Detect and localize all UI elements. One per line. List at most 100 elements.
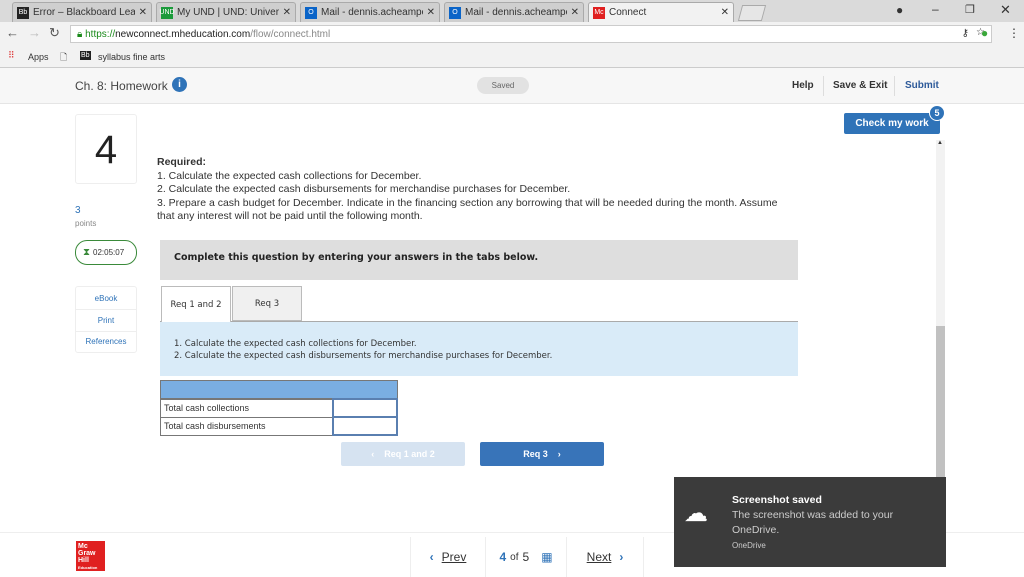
tab-content-line: 1. Calculate the expected cash collectio… <box>174 339 417 349</box>
tab-req-3[interactable]: Req 3 <box>232 286 302 321</box>
close-window-icon[interactable]: ✕ <box>1000 2 1011 18</box>
bookmark-apps[interactable]: Apps <box>28 52 49 62</box>
new-tab-button[interactable] <box>737 5 767 21</box>
prev-label: Prev <box>441 550 467 564</box>
toast-source: OneDrive <box>732 541 766 550</box>
requirement-line: that any interest will not be paid until… <box>157 210 423 222</box>
requirement-line: 2. Calculate the expected cash disbursem… <box>157 183 571 195</box>
tab-label: Connect <box>609 7 647 18</box>
next-req-button[interactable]: Req 3 › <box>480 442 604 466</box>
question-text: Required: 1. Calculate the expected cash… <box>157 156 777 224</box>
page-icon: 🗋 <box>60 52 68 62</box>
browser-tab-active[interactable]: Mc Connect ✕ <box>588 2 734 22</box>
tab-label: Error – Blackboard Learn <box>33 7 135 18</box>
references-link[interactable]: References <box>76 332 136 352</box>
requirement-line: 1. Calculate the expected cash collectio… <box>157 169 422 182</box>
prev-req-button[interactable]: ‹ Req 1 and 2 <box>341 442 465 466</box>
chevron-left-icon: ‹ <box>371 449 375 459</box>
close-icon[interactable]: ✕ <box>571 7 579 18</box>
grid-icon[interactable]: ▦ <box>541 550 552 564</box>
print-link[interactable]: Print <box>76 310 136 332</box>
toast-body: The screenshot was added to your <box>732 509 894 521</box>
browser-tab[interactable]: UND My UND | UND: Universit ✕ <box>156 2 296 22</box>
chevron-right-icon: › <box>557 449 561 459</box>
submit-link[interactable]: Submit <box>905 80 939 91</box>
question-picker[interactable]: 4 of 5 ▦ <box>486 537 566 577</box>
url-path: /flow/connect.html <box>250 29 331 40</box>
cash-collections-input[interactable] <box>331 398 398 418</box>
assignment-header: Ch. 8: Homework i Saved Help Save & Exit… <box>0 68 1024 104</box>
blackboard-icon: Bb <box>17 6 29 19</box>
instruction-banner: Complete this question by entering your … <box>160 240 798 280</box>
requirement-line: 3. Prepare a cash budget for December. I… <box>157 196 778 209</box>
hourglass-icon: ⧗ <box>83 247 91 258</box>
check-count-badge: 5 <box>929 105 945 121</box>
minimize-icon[interactable]: – <box>932 2 939 16</box>
mcgraw-hill-logo: Mc Graw Hill Education <box>76 541 105 571</box>
scrollbar[interactable]: ▲ <box>936 140 945 480</box>
answer-table: Total cash collections Total cash disbur… <box>160 398 398 436</box>
url-input[interactable]: 🔒︎ https://newconnect.mheducation.com/fl… <box>70 25 992 43</box>
check-label: Check my work <box>855 118 929 129</box>
tab-label: Mail - dennis.acheampon <box>465 7 567 18</box>
next-req-label: Req 3 <box>523 449 548 459</box>
prev-req-label: Req 1 and 2 <box>384 449 435 459</box>
chevron-left-icon: ‹ <box>429 550 434 564</box>
menu-icon[interactable]: ⋮ <box>1008 26 1020 40</box>
info-icon[interactable]: i <box>172 77 187 92</box>
tab-content-line: 2. Calculate the expected cash disbursem… <box>174 351 553 361</box>
current-question: 4 <box>499 550 507 564</box>
question-number: 4 <box>75 114 137 184</box>
table-row: Total cash disbursements <box>160 416 398 436</box>
resource-links: eBook Print References <box>75 286 137 353</box>
points-value: 3 <box>75 205 81 216</box>
tab-label: My UND | UND: Universit <box>177 7 279 18</box>
extension-icon[interactable]: ● <box>981 26 988 40</box>
blackboard-icon: Bb <box>80 51 91 60</box>
screenshot-toast[interactable]: ☁ Screenshot saved The screenshot was ad… <box>674 477 946 567</box>
outlook-icon: O <box>305 6 317 19</box>
back-icon[interactable]: ← <box>6 25 19 40</box>
profile-icon[interactable]: ● <box>896 3 903 17</box>
browser-tab[interactable]: Bb Error – Blackboard Learn ✕ <box>12 2 152 22</box>
timer: ⧗ 02:05:07 <box>75 240 137 265</box>
row-label: Total cash collections <box>160 398 333 418</box>
total-questions: 5 <box>522 550 530 564</box>
question-navigation: ‹ Prev 4 of 5 ▦ Next › <box>410 537 644 577</box>
bookmark-syllabus[interactable]: syllabus fine arts <box>98 52 165 62</box>
reload-icon[interactable]: ↻ <box>49 25 60 41</box>
check-my-work-button[interactable]: Check my work <box>844 113 940 134</box>
next-question-button[interactable]: Next › <box>566 537 644 577</box>
url-scheme: https:// <box>85 29 116 40</box>
cash-disbursements-input[interactable] <box>331 416 398 436</box>
chevron-right-icon: › <box>619 550 624 564</box>
address-bar-row: ← → ↻ 🔒︎ https://newconnect.mheducation.… <box>0 22 1024 46</box>
url-host: newconnect.mheducation.com <box>115 29 251 40</box>
ebook-link[interactable]: eBook <box>76 287 136 310</box>
apps-grid-icon: ⠿ <box>8 50 15 60</box>
tab-label: Mail - dennis.acheampon <box>321 7 423 18</box>
close-icon[interactable]: ✕ <box>721 7 729 18</box>
timer-value: 02:05:07 <box>93 248 125 257</box>
toast-body: OneDrive. <box>732 524 780 536</box>
save-exit-link[interactable]: Save & Exit <box>833 80 887 91</box>
restore-icon[interactable]: ❐ <box>965 3 975 16</box>
tab-req-1-and-2[interactable]: Req 1 and 2 <box>161 286 231 322</box>
key-icon[interactable]: ⚷ <box>962 28 969 39</box>
browser-tab[interactable]: O Mail - dennis.acheampon ✕ <box>444 2 584 22</box>
prev-question-button[interactable]: ‹ Prev <box>410 537 486 577</box>
close-icon[interactable]: ✕ <box>139 7 147 18</box>
toast-title: Screenshot saved <box>732 494 822 506</box>
connect-icon: Mc <box>593 6 605 19</box>
close-icon[interactable]: ✕ <box>283 7 291 18</box>
scroll-up-icon[interactable]: ▲ <box>937 140 943 146</box>
lock-icon: 🔒︎ <box>77 29 86 40</box>
close-icon[interactable]: ✕ <box>427 7 435 18</box>
next-label: Next <box>586 550 612 564</box>
scrollbar-thumb[interactable] <box>936 326 945 480</box>
saved-status: Saved <box>477 77 529 94</box>
forward-icon[interactable]: → <box>28 25 41 40</box>
bookmarks-bar: ⠿ Apps 🗋 Bb syllabus fine arts <box>0 46 1024 68</box>
browser-tab[interactable]: O Mail - dennis.acheampon ✕ <box>300 2 440 22</box>
help-link[interactable]: Help <box>792 80 814 91</box>
